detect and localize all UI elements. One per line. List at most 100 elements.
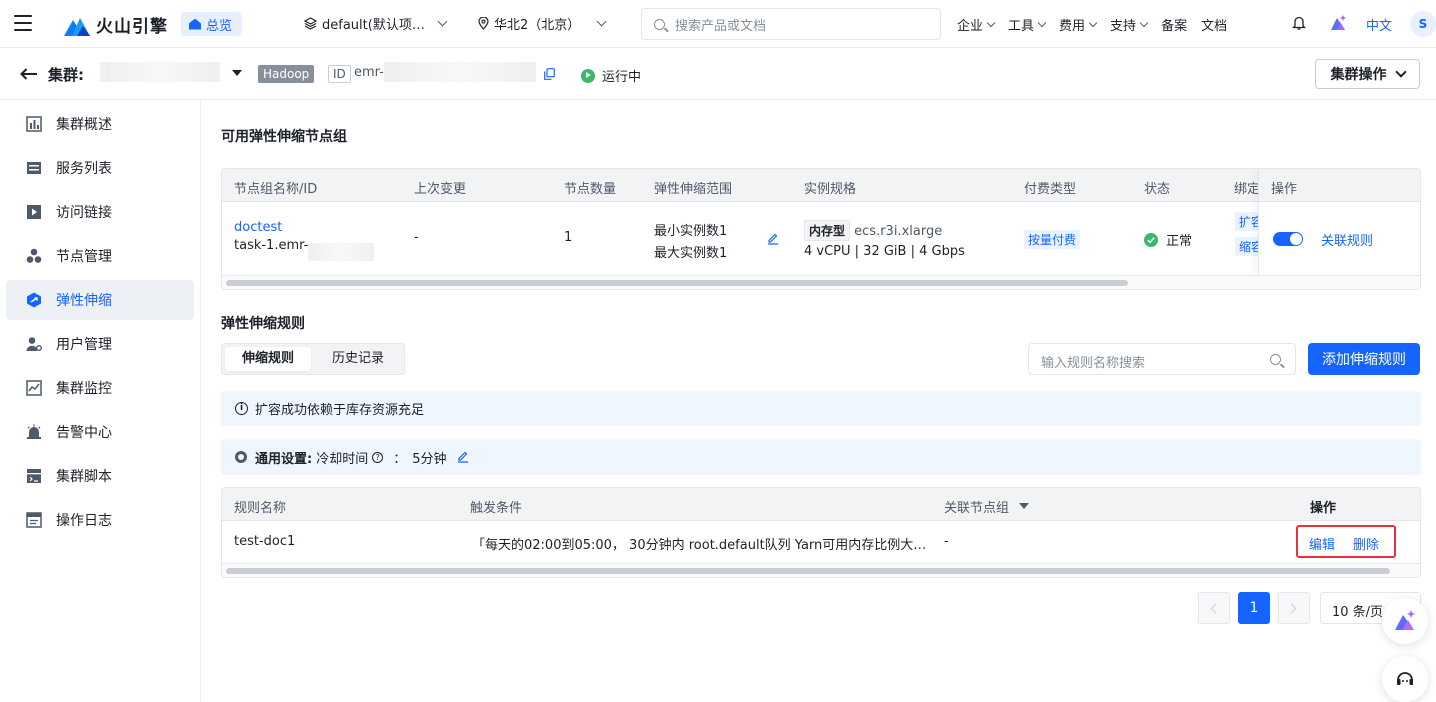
- page-number-current[interactable]: 1: [1238, 592, 1270, 624]
- column-header: 付费类型: [1024, 182, 1077, 197]
- back-arrow-icon[interactable]: [20, 68, 38, 80]
- tab-scaling-rules[interactable]: 伸缩规则: [225, 347, 311, 371]
- nav-billing[interactable]: 费用: [1059, 15, 1098, 34]
- help-icon[interactable]: ?: [372, 451, 384, 463]
- project-selector[interactable]: default(默认项…: [304, 14, 448, 33]
- sidebar-item-services[interactable]: 服务列表: [6, 148, 194, 188]
- horizontal-scrollbar[interactable]: [222, 563, 1420, 577]
- search-icon[interactable]: [1270, 354, 1281, 365]
- global-search-input[interactable]: 搜索产品或文档: [641, 8, 941, 40]
- sidebar-item-nodes[interactable]: 节点管理: [6, 236, 194, 276]
- region-label: 华北2（北京）: [494, 18, 581, 33]
- table-row: doctest task-1.emr-: [234, 220, 308, 253]
- caret-down-icon[interactable]: [232, 70, 242, 76]
- chevron-down-icon: [986, 18, 996, 27]
- user-gear-icon: [26, 337, 42, 351]
- nav-docs[interactable]: 文档: [1201, 15, 1227, 34]
- project-label: default(默认项…: [322, 18, 425, 33]
- sidebar-item-logs[interactable]: 操作日志: [6, 500, 194, 540]
- column-header: 绑定: [1234, 182, 1261, 197]
- sidebar-item-label: 服务列表: [56, 161, 112, 177]
- node-group-name-link[interactable]: doctest: [234, 220, 308, 235]
- cluster-name-redacted: [100, 62, 220, 82]
- monitor-icon: [26, 380, 42, 396]
- home-icon: [189, 18, 201, 30]
- node-groups-table: 节点组名称/ID 上次变更 节点数量 弹性伸缩范围 实例规格 付费类型 状态 绑…: [221, 168, 1421, 290]
- volcano-logo-icon: [64, 17, 90, 36]
- next-page-button[interactable]: [1278, 592, 1310, 624]
- home-button[interactable]: 总览: [181, 12, 243, 36]
- node-groups-title: 可用弹性伸缩节点组: [221, 129, 347, 145]
- edit-rule-button[interactable]: 编辑: [1309, 534, 1335, 553]
- column-header: 弹性伸缩范围: [654, 182, 733, 197]
- sidebar-item-overview[interactable]: 集群概述: [6, 104, 194, 144]
- column-header: 节点数量: [564, 182, 617, 197]
- scrollbar-thumb[interactable]: [226, 568, 1390, 574]
- region-selector[interactable]: 华北2（北京）: [478, 14, 607, 33]
- link-rules-button[interactable]: 关联规则: [1321, 230, 1373, 249]
- rule-search-placeholder: 输入规则名称搜索: [1041, 356, 1146, 371]
- tab-history[interactable]: 历史记录: [318, 347, 398, 371]
- running-icon: [581, 68, 595, 83]
- spec-type-tag: 内存型: [804, 220, 851, 241]
- language-switch[interactable]: 中文: [1366, 15, 1392, 34]
- status-text: 正常: [1166, 234, 1193, 249]
- gear-icon: [235, 451, 247, 463]
- spec-detail: 4 vCPU | 32 GiB | 4 Gbps: [804, 244, 965, 259]
- log-icon: [26, 512, 42, 528]
- info-icon: i: [235, 402, 248, 415]
- cluster-id-prefix: emr-: [354, 65, 384, 80]
- nav-tools[interactable]: 工具: [1008, 15, 1047, 34]
- column-header: 操作: [1271, 182, 1298, 197]
- delete-rule-button[interactable]: 删除: [1353, 534, 1379, 553]
- alarm-icon: [27, 424, 41, 439]
- filter-icon[interactable]: [1019, 502, 1030, 509]
- search-placeholder: 搜索产品或文档: [675, 18, 767, 34]
- instance-spec: 内存型 ecs.r3i.xlarge 4 vCPU | 32 GiB | 4 G…: [804, 220, 965, 259]
- sidebar-item-links[interactable]: 访问链接: [6, 192, 194, 232]
- rule-toggle[interactable]: [1273, 232, 1303, 246]
- nav-support[interactable]: 支持: [1110, 15, 1149, 34]
- support-float-button[interactable]: [1382, 656, 1428, 702]
- cluster-ops-label: 集群操作: [1330, 67, 1387, 83]
- horizontal-scrollbar[interactable]: [222, 275, 1420, 289]
- nav-enterprise[interactable]: 企业: [957, 15, 996, 34]
- sidebar-item-scripts[interactable]: 集群脚本: [6, 456, 194, 496]
- pay-type-badge: 按量付费: [1024, 230, 1081, 249]
- cluster-header: 集群: Hadoop ID emr- 运行中 集群操作: [0, 48, 1436, 100]
- sidebar-item-autoscaling[interactable]: 弹性伸缩: [6, 280, 194, 320]
- sidebar-item-monitor[interactable]: 集群监控: [6, 368, 194, 408]
- copy-icon[interactable]: [544, 68, 555, 80]
- prev-page-button[interactable]: [1198, 592, 1230, 624]
- edit-icon[interactable]: [457, 451, 469, 463]
- chevron-right-icon: [1286, 603, 1297, 614]
- nav-filing[interactable]: 备案: [1161, 15, 1187, 34]
- cluster-ops-button[interactable]: 集群操作: [1315, 59, 1420, 89]
- status-text: 运行中: [602, 70, 642, 85]
- edit-icon[interactable]: [767, 233, 779, 245]
- sidebar-item-label: 节点管理: [56, 249, 112, 265]
- info-text: 扩容成功依赖于库存资源充足: [255, 403, 425, 418]
- engine-badge: Hadoop: [258, 65, 315, 83]
- sidebar: 集群概述 服务列表 访问链接 节点管理 弹性伸缩 用户管理 集群监控 告警中心 …: [0, 100, 201, 702]
- scrollbar-thumb[interactable]: [226, 280, 1128, 286]
- play-link-icon: [27, 205, 41, 219]
- sidebar-item-label: 告警中心: [56, 425, 112, 441]
- add-rule-button[interactable]: 添加伸缩规则: [1308, 343, 1420, 375]
- column-header: 节点组名称/ID: [234, 182, 318, 197]
- range-min: 最小实例数1: [654, 224, 728, 239]
- chevron-down-icon: [1139, 18, 1149, 27]
- menu-icon[interactable]: [14, 15, 32, 31]
- sidebar-item-users[interactable]: 用户管理: [6, 324, 194, 364]
- sidebar-item-alarms[interactable]: 告警中心: [6, 412, 194, 452]
- bell-icon[interactable]: [1292, 15, 1306, 31]
- chevron-left-icon: [1210, 603, 1221, 614]
- avatar[interactable]: S: [1410, 11, 1436, 37]
- general-settings-bar: 通用设置: 冷却时间 ? ： 5分钟: [221, 439, 1421, 475]
- ai-assistant-float-button[interactable]: [1382, 598, 1428, 644]
- ai-assistant-icon[interactable]: [1329, 14, 1347, 32]
- rule-search-input[interactable]: 输入规则名称搜索: [1028, 343, 1296, 375]
- brand-logo[interactable]: 火山引擎: [64, 12, 168, 37]
- sidebar-item-label: 弹性伸缩: [56, 293, 112, 309]
- layers-icon: [304, 17, 317, 30]
